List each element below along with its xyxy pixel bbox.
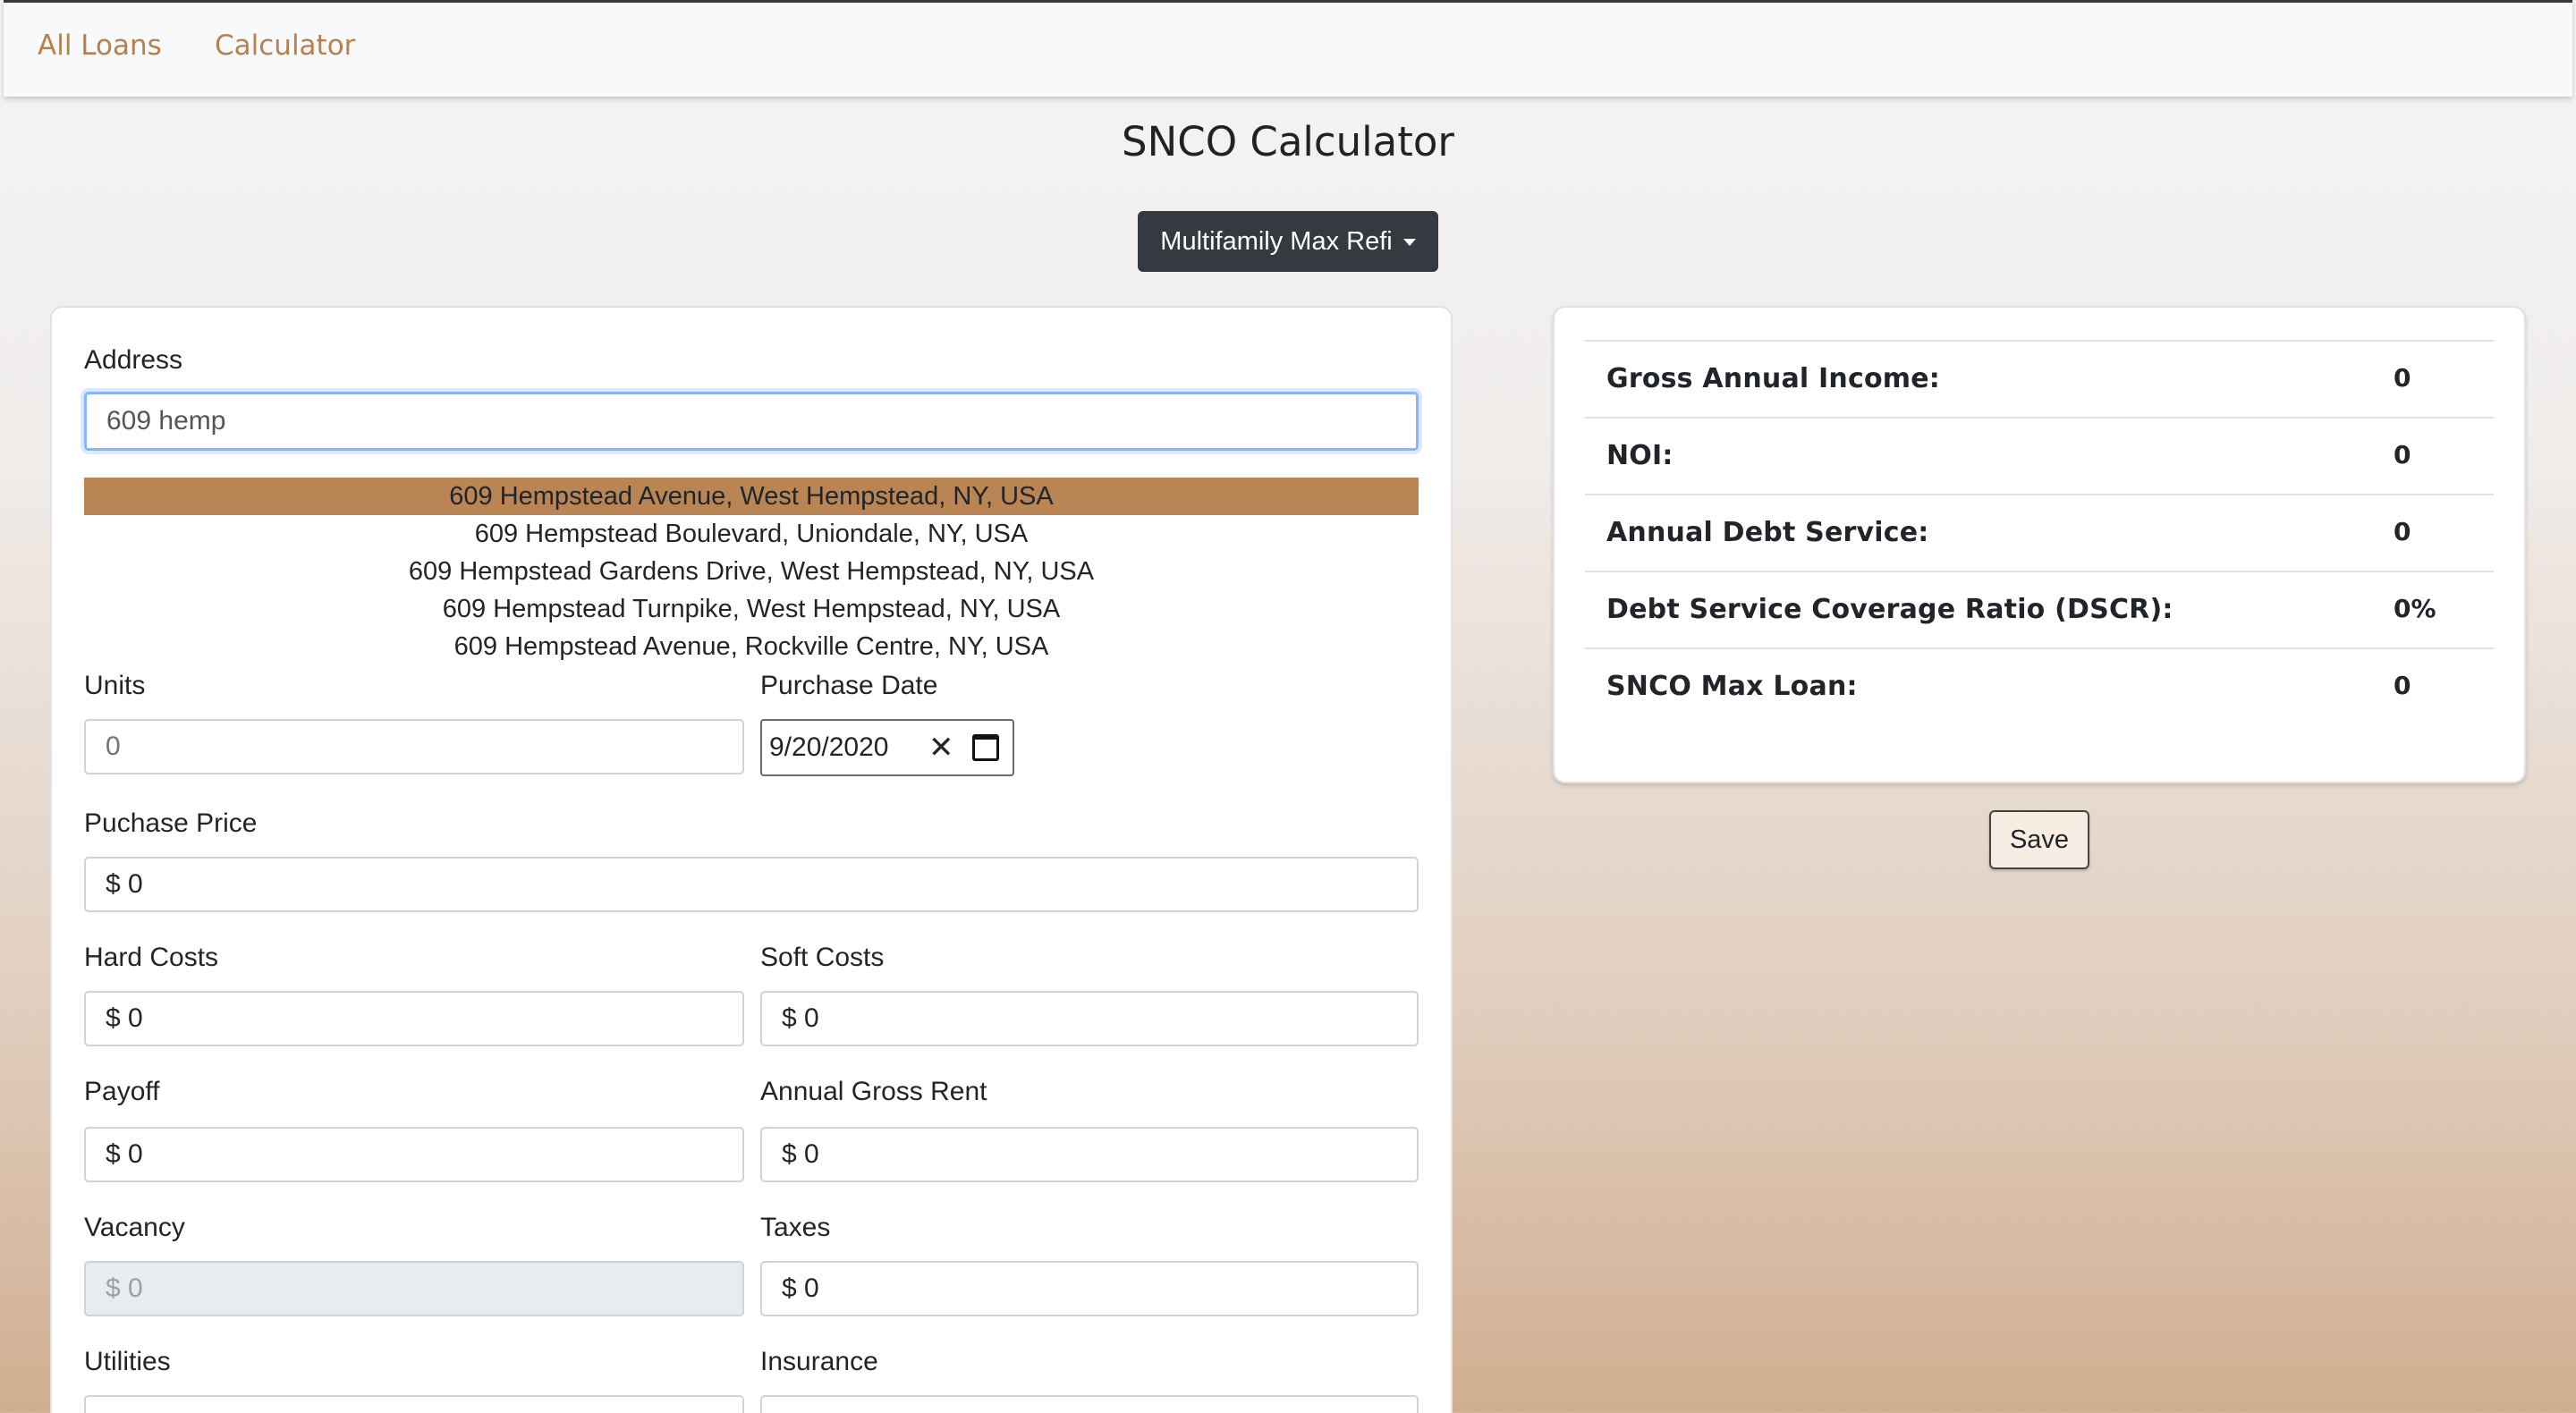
insurance-label: Insurance <box>760 1347 878 1376</box>
address-input[interactable]: 609 hemp <box>84 392 1419 451</box>
loan-type-label: Multifamily Max Refi <box>1160 226 1393 256</box>
dscr-value: 0% <box>2394 594 2436 623</box>
purchase-price-label: Puchase Price <box>84 808 258 838</box>
purchase-date-input[interactable]: 9/20/2020 ✕ <box>760 719 1014 776</box>
suggestion-item[interactable]: 609 Hempstead Boulevard, Uniondale, NY, … <box>84 515 1419 553</box>
divider <box>1585 647 2494 649</box>
address-label: Address <box>84 345 183 375</box>
loan-type-dropdown[interactable]: Multifamily Max Refi <box>1138 211 1438 272</box>
snco-max-loan-value: 0 <box>2394 671 2411 700</box>
divider <box>1585 340 2494 342</box>
suggestion-item[interactable]: 609 Hempstead Avenue, Rockville Centre, … <box>84 628 1419 665</box>
divider <box>1585 417 2494 419</box>
soft-costs-label: Soft Costs <box>760 943 885 972</box>
suggestion-item[interactable]: 609 Hempstead Gardens Drive, West Hempst… <box>84 553 1419 590</box>
units-label: Units <box>84 671 146 700</box>
gross-annual-income-value: 0 <box>2394 363 2411 393</box>
top-navbar: All Loans Calculator <box>4 0 2572 97</box>
annual-debt-service-value: 0 <box>2394 517 2411 546</box>
utilities-label: Utilities <box>84 1347 171 1376</box>
vacancy-input: $ 0 <box>84 1261 744 1316</box>
divider <box>1585 494 2494 495</box>
noi-value: 0 <box>2394 440 2411 470</box>
taxes-label: Taxes <box>760 1213 831 1242</box>
snco-max-loan-label: SNCO Max Loan: <box>1606 671 1858 702</box>
caret-down-icon <box>1402 239 1416 246</box>
suggestion-item[interactable]: 609 Hempstead Avenue, West Hempstead, NY… <box>84 478 1419 515</box>
save-button[interactable]: Save <box>1989 810 2089 869</box>
units-input[interactable]: 0 <box>84 719 744 774</box>
vacancy-label: Vacancy <box>84 1213 185 1242</box>
purchase-date-label: Purchase Date <box>760 671 938 700</box>
noi-label: NOI: <box>1606 440 1674 471</box>
page-title: SNCO Calculator <box>1122 118 1454 165</box>
purchase-date-value: 9/20/2020 <box>769 732 889 762</box>
hard-costs-label: Hard Costs <box>84 943 219 972</box>
dscr-label: Debt Service Coverage Ratio (DSCR): <box>1606 594 2174 625</box>
gross-annual-income-label: Gross Annual Income: <box>1606 363 1940 394</box>
annual-gross-rent-input[interactable]: $ 0 <box>760 1127 1419 1182</box>
soft-costs-input[interactable]: $ 0 <box>760 991 1419 1046</box>
annual-debt-service-label: Annual Debt Service: <box>1606 517 1929 548</box>
nav-all-loans[interactable]: All Loans <box>38 30 162 62</box>
clear-date-icon[interactable]: ✕ <box>928 730 954 766</box>
suggestion-item[interactable]: 609 Hempstead Turnpike, West Hempstead, … <box>84 590 1419 628</box>
hard-costs-input[interactable]: $ 0 <box>84 991 744 1046</box>
annual-gross-rent-label: Annual Gross Rent <box>760 1077 987 1106</box>
nav-calculator[interactable]: Calculator <box>215 30 355 62</box>
payoff-label: Payoff <box>84 1077 160 1106</box>
taxes-input[interactable]: $ 0 <box>760 1261 1419 1316</box>
divider <box>1585 571 2494 572</box>
utilities-input[interactable] <box>84 1395 744 1413</box>
calendar-icon[interactable] <box>971 734 999 761</box>
payoff-input[interactable]: $ 0 <box>84 1127 744 1182</box>
purchase-price-input[interactable]: $ 0 <box>84 857 1419 912</box>
insurance-input[interactable] <box>760 1395 1419 1413</box>
